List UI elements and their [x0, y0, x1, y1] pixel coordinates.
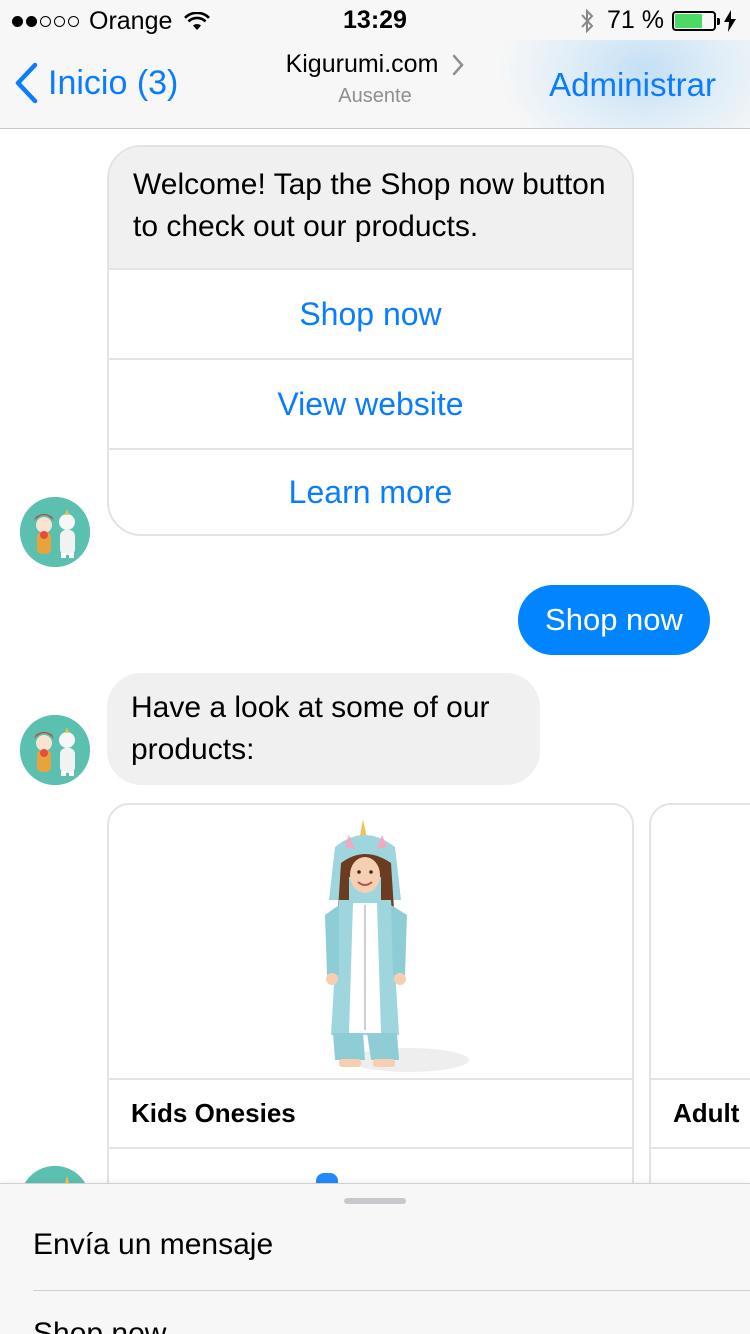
outgoing-message: Shop now: [518, 585, 710, 655]
status-right: 71 %: [579, 6, 736, 35]
message-input[interactable]: Envía un mensaje: [33, 1228, 273, 1262]
persistent-menu-item-shop-now[interactable]: Shop now: [33, 1317, 166, 1334]
shop-now-button[interactable]: Shop now: [109, 268, 632, 358]
learn-more-button[interactable]: Learn more: [109, 448, 632, 534]
battery-icon: [672, 10, 720, 31]
view-website-button[interactable]: View website: [109, 358, 632, 448]
battery-percent: 71 %: [607, 6, 664, 34]
message-composer: Envía un mensaje: [0, 1183, 750, 1334]
divider: [33, 1290, 750, 1291]
product-image[interactable]: [651, 805, 750, 1080]
charging-icon: [724, 9, 736, 32]
product-title: Kids Onesies: [109, 1080, 632, 1149]
welcome-message-card: Welcome! Tap the Shop now button to chec…: [107, 145, 634, 536]
manage-button[interactable]: Administrar: [549, 66, 716, 104]
page-title-row: Kigurumi.com: [286, 50, 465, 79]
product-card[interactable]: Kids Onesies: [107, 803, 634, 1223]
bot-avatar-icon: [20, 497, 90, 567]
battery-level-fill: [675, 13, 702, 28]
product-image[interactable]: [109, 805, 632, 1080]
products-intro-message: Have a look at some of our products:: [107, 673, 540, 785]
bot-avatar-icon: [20, 715, 90, 785]
navigation-bar: Inicio (3) Kigurumi.com Ausente Administ…: [0, 40, 750, 129]
avatar[interactable]: [20, 497, 90, 567]
drag-handle[interactable]: [344, 1198, 406, 1204]
product-title: Adult: [651, 1080, 750, 1149]
product-card[interactable]: Adult: [649, 803, 750, 1223]
unicorn-onesie-image: [325, 819, 469, 1072]
avatar[interactable]: [20, 715, 90, 785]
welcome-text: Welcome! Tap the Shop now button to chec…: [109, 147, 632, 268]
chevron-right-icon: [453, 54, 465, 75]
page-title: Kigurumi.com: [285, 50, 439, 78]
status-bar: Orange 13:29 71 %: [0, 0, 750, 40]
bluetooth-icon: [581, 8, 594, 33]
